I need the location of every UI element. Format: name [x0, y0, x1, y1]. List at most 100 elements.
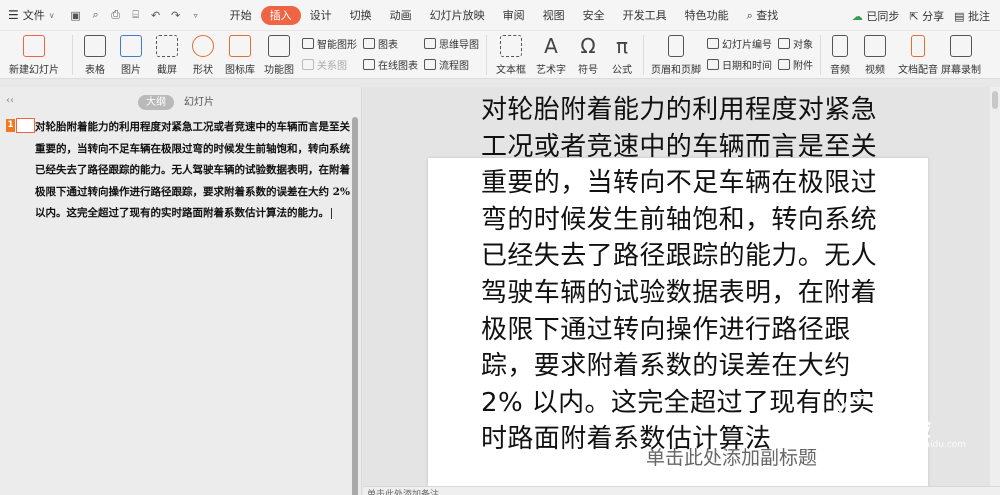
- relation-chart-button[interactable]: 关系图: [302, 56, 357, 74]
- screenshot-label: 截屏: [157, 65, 177, 76]
- watermark-text: 经验: [883, 414, 931, 442]
- menu-bar: ☰ 文件 ∨ ▣ ⌕ ⎙ ⌸ ↶ ↷ ▿ 开始 插入 设计 切换 动画 幻灯片放…: [0, 0, 1000, 31]
- tab-developer[interactable]: 开发工具: [614, 6, 676, 25]
- attachment-label: 附件: [793, 61, 813, 72]
- omega-icon: Ω: [580, 34, 596, 58]
- table-button[interactable]: 表格: [77, 31, 113, 77]
- online-chart-button[interactable]: 在线图表: [363, 56, 418, 74]
- collapse-panel-icon[interactable]: ‹‹: [6, 95, 14, 106]
- search-button[interactable]: ⌕ 查找: [738, 6, 788, 25]
- file-menu[interactable]: ☰ 文件 ∨: [0, 0, 63, 31]
- tab-design[interactable]: 设计: [301, 6, 341, 25]
- screenshot-button[interactable]: 截屏: [149, 31, 185, 77]
- ribbon-divider: [486, 35, 487, 75]
- tab-animation[interactable]: 动画: [381, 6, 421, 25]
- format-painter-icon[interactable]: ⌕: [89, 8, 103, 22]
- mind-map-button[interactable]: 思维导图: [424, 35, 479, 53]
- textbox-label: 文本框: [496, 65, 526, 76]
- new-slide-label: 新建幻灯片: [9, 65, 59, 76]
- image-button[interactable]: 图片: [113, 31, 149, 77]
- screen-record-icon: [950, 35, 972, 57]
- tab-slides[interactable]: 幻灯片: [184, 95, 214, 110]
- object-button[interactable]: 对象: [778, 35, 813, 53]
- chart-label: 图表: [378, 40, 398, 51]
- slide-number-button[interactable]: 幻灯片编号: [707, 35, 772, 53]
- ribbon-tabs: 开始 插入 设计 切换 动画 幻灯片放映 审阅 视图 安全 开发工具 特色功能 …: [221, 5, 788, 25]
- ribbon-insert: 新建幻灯片 表格 图片 截屏 形状 图标库 功能图 智能图形 关系图 图表 在线…: [0, 31, 1000, 79]
- function-chart-button[interactable]: 功能图: [259, 31, 299, 77]
- new-slide-icon: [23, 35, 45, 57]
- print-preview-icon[interactable]: ⌸: [129, 8, 143, 22]
- shape-icon: [192, 35, 214, 57]
- audio-button[interactable]: 音频: [825, 31, 855, 77]
- ribbon-divider: [820, 35, 821, 75]
- image-icon: [120, 35, 142, 57]
- chart-icon: [363, 38, 375, 49]
- icon-library-icon: [229, 35, 251, 57]
- slide-title-textbox[interactable]: 对轮胎附着能力的利用程度对紧急工况或者竞速中的车辆而言是至关重要的，当转向不足车…: [481, 92, 881, 458]
- datetime-button[interactable]: 日期和时间: [707, 56, 772, 74]
- sync-button[interactable]: ☁ 已同步: [852, 8, 900, 24]
- microphone-icon: [911, 35, 925, 57]
- screen-record-label: 屏幕录制: [941, 65, 981, 76]
- doc-audio-button[interactable]: 文档配音: [895, 31, 941, 77]
- symbol-label: 符号: [578, 65, 598, 76]
- scrollbar-thumb[interactable]: [992, 91, 998, 109]
- shape-button[interactable]: 形状: [185, 31, 221, 77]
- header-footer-icon: [668, 35, 684, 57]
- tab-review[interactable]: 审阅: [494, 6, 534, 25]
- tab-home[interactable]: 开始: [221, 6, 261, 25]
- flowchart-button[interactable]: 流程图: [424, 56, 479, 74]
- wordart-button[interactable]: A 艺术字: [531, 31, 571, 77]
- attachment-button[interactable]: 附件: [778, 56, 813, 74]
- formula-button[interactable]: π 公式: [605, 31, 639, 77]
- outline-scrollbar[interactable]: [352, 117, 358, 495]
- save-icon[interactable]: ▣: [69, 8, 83, 22]
- slide-thumbnail-icon[interactable]: [16, 118, 35, 133]
- notes-pane[interactable]: 单击此处添加备注: [363, 486, 1000, 495]
- video-button[interactable]: 视频: [855, 31, 895, 77]
- smart-art-button[interactable]: 智能图形: [302, 35, 357, 53]
- comment-button[interactable]: ▤ 批注: [954, 8, 990, 24]
- customize-icon[interactable]: ▿: [189, 8, 203, 22]
- outline-text-editor[interactable]: 对轮胎附着能力的利用程度对紧急工况或者竞速中的车辆而言是至关重要的，当转向不足车…: [35, 117, 355, 225]
- pi-icon: π: [615, 34, 629, 58]
- share-button[interactable]: ⇱ 分享: [909, 8, 944, 24]
- tab-security[interactable]: 安全: [574, 6, 614, 25]
- screenshot-icon: [156, 35, 178, 57]
- symbol-button[interactable]: Ω 符号: [571, 31, 605, 77]
- calendar-icon: [707, 59, 719, 70]
- share-icon: ⇱: [909, 9, 919, 23]
- outline-panel: ‹‹ 大纲 幻灯片 1 对轮胎附着能力的利用程度对紧急工况或者竞速中的车辆而言是…: [0, 87, 362, 495]
- mind-map-label: 思维导图: [439, 40, 479, 51]
- tab-view[interactable]: 视图: [534, 6, 574, 25]
- baidu-jingyan-watermark: 经验 jingyan.baidu.com: [837, 396, 966, 456]
- undo-icon[interactable]: ↶: [149, 8, 163, 22]
- icon-library-button[interactable]: 图标库: [221, 31, 259, 77]
- canvas-scrollbar[interactable]: [990, 87, 1000, 495]
- function-chart-icon: [268, 35, 290, 57]
- new-slide-button[interactable]: 新建幻灯片: [0, 31, 68, 77]
- chart-button[interactable]: 图表: [363, 35, 418, 53]
- watermark-url: jingyan.baidu.com: [883, 440, 967, 450]
- doc-audio-label: 文档配音: [898, 65, 938, 76]
- tab-transition[interactable]: 切换: [341, 6, 381, 25]
- relation-chart-label: 关系图: [317, 61, 347, 72]
- textbox-icon: [500, 35, 522, 57]
- speaker-icon: [832, 35, 848, 57]
- tab-special[interactable]: 特色功能: [676, 6, 738, 25]
- slide-number-label: 幻灯片编号: [722, 40, 772, 51]
- formula-label: 公式: [612, 65, 632, 76]
- header-footer-button[interactable]: 页眉和页脚: [648, 31, 704, 77]
- tab-slideshow[interactable]: 幻灯片放映: [421, 6, 494, 25]
- textbox-button[interactable]: 文本框: [491, 31, 531, 77]
- header-footer-label: 页眉和页脚: [651, 65, 701, 76]
- tab-insert[interactable]: 插入: [260, 5, 301, 25]
- audio-label: 音频: [830, 65, 850, 76]
- screen-record-button[interactable]: 屏幕录制: [941, 31, 981, 77]
- ribbon-divider: [72, 35, 73, 75]
- redo-icon[interactable]: ↷: [169, 8, 183, 22]
- print-icon[interactable]: ⎙: [109, 8, 123, 22]
- outline-text: 对轮胎附着能力的利用程度对紧急工况或者竞速中的车辆而言是至关重要的，当转向不足车…: [35, 121, 350, 219]
- tab-outline[interactable]: 大纲: [138, 95, 174, 110]
